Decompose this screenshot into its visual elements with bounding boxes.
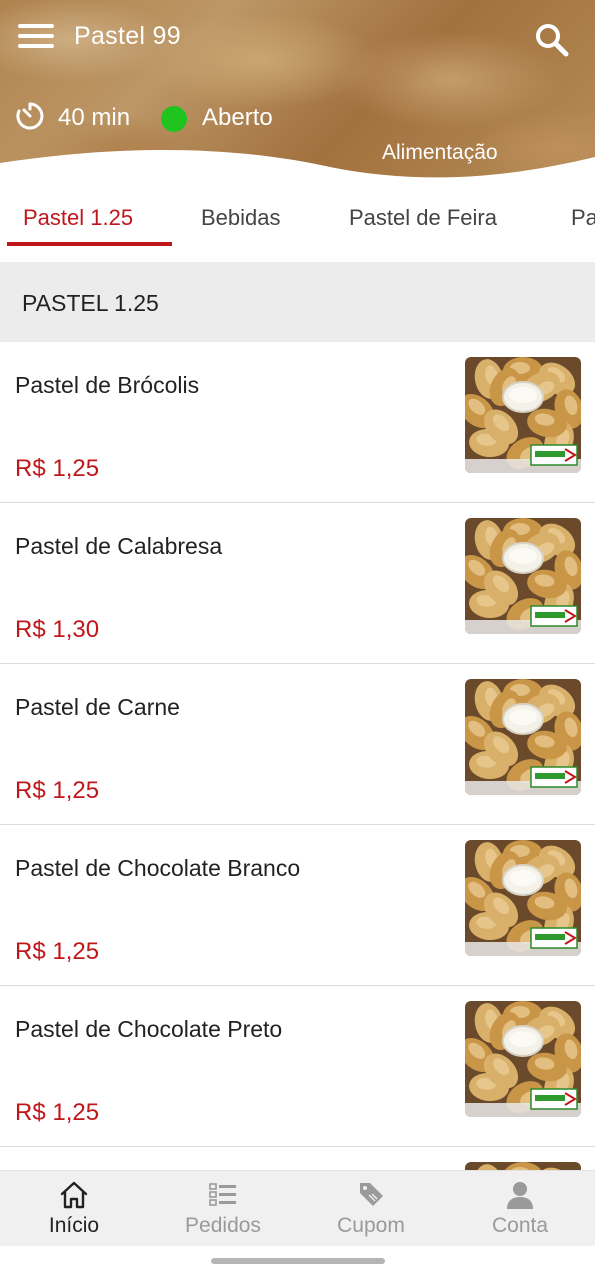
product-item[interactable]: Pastel de Chocolate Branco R$ 1,25 bbox=[0, 825, 595, 986]
nav-pedidos-label: Pedidos bbox=[185, 1214, 261, 1237]
product-image bbox=[465, 679, 581, 795]
product-item[interactable]: Pastel de Brócolis R$ 1,25 bbox=[0, 342, 595, 503]
bottom-navigation: Início Pedidos Cupom Conta bbox=[0, 1170, 595, 1246]
nav-pedidos[interactable]: Pedidos bbox=[149, 1171, 297, 1247]
tab-pastel-de-feira[interactable]: Pastel de Feira bbox=[349, 205, 497, 231]
product-item[interactable]: Pastel de Calabresa R$ 1,30 bbox=[0, 503, 595, 664]
tab-pastel-125[interactable]: Pastel 1.25 bbox=[23, 205, 133, 231]
category-tabs: Pastel 1.25 Bebidas Pastel de Feira Pa bbox=[0, 195, 595, 260]
product-image bbox=[465, 357, 581, 473]
product-item[interactable]: Pastel de Chocolate Preto R$ 1,25 bbox=[0, 986, 595, 1147]
store-name: Pastel 99 bbox=[74, 22, 181, 50]
product-image bbox=[465, 840, 581, 956]
product-price: R$ 1,25 bbox=[15, 1099, 100, 1126]
search-icon[interactable] bbox=[534, 22, 570, 58]
hamburger-menu-icon[interactable] bbox=[18, 24, 54, 52]
open-status-dot bbox=[161, 106, 187, 132]
nav-cupom[interactable]: Cupom bbox=[297, 1171, 445, 1247]
store-header: Pastel 99 40 min Aberto Alimentação bbox=[0, 0, 595, 195]
nav-conta-label: Conta bbox=[491, 1214, 549, 1237]
nav-cupom-label: Cupom bbox=[337, 1214, 405, 1237]
tab-partial[interactable]: Pa bbox=[571, 205, 595, 231]
product-image bbox=[465, 1162, 581, 1170]
orders-list-icon bbox=[209, 1183, 236, 1206]
home-icon bbox=[60, 1181, 88, 1209]
header-wave-divider bbox=[0, 149, 595, 195]
timer-icon bbox=[16, 102, 44, 130]
product-name: Pastel de Chocolate Preto bbox=[15, 1016, 283, 1042]
product-price: R$ 1,25 bbox=[15, 777, 100, 804]
product-name: Pastel de Chocolate Branco bbox=[15, 855, 301, 881]
product-price: R$ 1,30 bbox=[15, 616, 100, 643]
store-status: Aberto bbox=[202, 104, 273, 131]
product-price: R$ 1,25 bbox=[15, 938, 100, 965]
delivery-time: 40 min bbox=[58, 104, 131, 131]
product-list: Pastel de Brócolis R$ 1,25 Pastel de Cal… bbox=[0, 342, 595, 1170]
product-item[interactable]: Pastel de Carne R$ 1,25 bbox=[0, 664, 595, 825]
product-item[interactable] bbox=[0, 1147, 595, 1170]
product-name: Pastel de Brócolis bbox=[15, 372, 200, 398]
home-indicator-bar[interactable] bbox=[211, 1258, 385, 1264]
tab-bebidas[interactable]: Bebidas bbox=[201, 205, 281, 231]
nav-inicio-label: Início bbox=[48, 1214, 100, 1237]
product-image bbox=[465, 1001, 581, 1117]
nav-conta[interactable]: Conta bbox=[446, 1171, 594, 1247]
nav-inicio[interactable]: Início bbox=[0, 1171, 148, 1247]
product-price: R$ 1,25 bbox=[15, 455, 100, 482]
section-header: PASTEL 1.25 bbox=[0, 262, 595, 342]
user-icon bbox=[507, 1182, 533, 1209]
coupon-tag-icon bbox=[360, 1183, 383, 1206]
product-name: Pastel de Calabresa bbox=[15, 533, 223, 559]
section-title: PASTEL 1.25 bbox=[22, 290, 159, 316]
product-image bbox=[465, 518, 581, 634]
product-name: Pastel de Carne bbox=[15, 694, 180, 720]
active-tab-indicator bbox=[7, 242, 172, 246]
